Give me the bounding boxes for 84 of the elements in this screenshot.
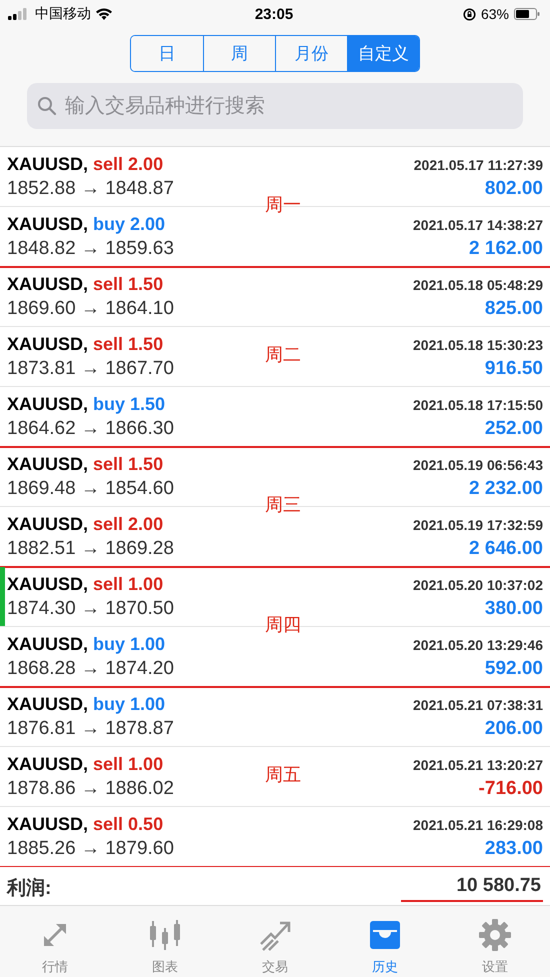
order-label: sell 0.50 <box>93 814 164 835</box>
symbol-label: XAUUSD, <box>7 574 88 595</box>
symbol-label: XAUUSD, <box>7 274 88 295</box>
tab-bar-item[interactable]: 历史 <box>330 906 440 977</box>
symbol-label: XAUUSD, <box>7 634 88 655</box>
trade-profit: 252.00 <box>484 418 543 440</box>
profit-total: 10 580.75 <box>401 874 543 902</box>
price-range: 1848.82 → 1859.63 <box>7 238 174 260</box>
week-annotation: 周一 <box>265 194 301 217</box>
trade-time: 2021.05.19 17:32:59 <box>413 516 543 533</box>
trade-profit: 380.00 <box>484 598 543 620</box>
inbox-icon <box>368 918 402 952</box>
profit-label: 利润: <box>7 876 52 902</box>
symbol-label: XAUUSD, <box>7 514 88 535</box>
battery-icon <box>514 8 540 20</box>
trade-time: 2021.05.17 11:27:39 <box>414 156 543 173</box>
tab-bar-item[interactable]: 行情 <box>0 906 110 977</box>
symbol-label: XAUUSD, <box>7 154 88 175</box>
order-label: buy 1.50 <box>93 394 166 415</box>
price-range: 1876.81 → 1878.87 <box>7 718 174 740</box>
trade-profit: 825.00 <box>484 298 543 320</box>
trade-time: 2021.05.18 05:48:29 <box>413 276 543 293</box>
clock-time: 23:05 <box>254 6 294 23</box>
candlestick-icon <box>148 918 182 952</box>
trade-profit: 916.50 <box>484 358 543 380</box>
battery-percent: 63% <box>480 6 509 22</box>
symbol-label: XAUUSD, <box>7 694 88 715</box>
trade-time: 2021.05.21 07:38:31 <box>413 696 543 713</box>
order-label: buy 1.00 <box>93 694 166 715</box>
price-range: 1882.51 → 1869.28 <box>7 538 174 560</box>
trade-time: 2021.05.18 17:15:50 <box>413 396 543 413</box>
trade-time: 2021.05.21 16:29:08 <box>413 816 543 833</box>
price-range: 1869.48 → 1854.60 <box>7 478 174 500</box>
tab-bar-item[interactable]: 设置 <box>440 906 550 977</box>
tab-bar-item[interactable]: 图表 <box>110 906 220 977</box>
wifi-icon <box>96 8 112 20</box>
trade-time: 2021.05.18 15:30:23 <box>413 336 543 353</box>
rotation-lock-icon <box>462 8 476 21</box>
symbol-label: XAUUSD, <box>7 334 88 355</box>
order-label: sell 1.00 <box>93 574 164 595</box>
order-label: sell 1.50 <box>93 454 164 475</box>
trade-profit: -716.00 <box>478 778 543 800</box>
order-label: buy 2.00 <box>93 214 166 235</box>
period-tab[interactable]: 自定义 <box>347 36 419 72</box>
trade-time: 2021.05.20 10:37:02 <box>413 576 543 593</box>
week-annotation: 周三 <box>265 494 301 517</box>
price-range: 1873.81 → 1867.70 <box>7 358 174 380</box>
trade-time: 2021.05.17 14:38:27 <box>413 216 543 233</box>
trade-time: 2021.05.20 13:29:46 <box>413 636 543 653</box>
trade-profit: 206.00 <box>484 718 543 740</box>
trade-time: 2021.05.19 06:56:43 <box>413 456 543 473</box>
order-label: sell 2.00 <box>93 514 164 535</box>
order-label: buy 1.00 <box>93 634 166 655</box>
price-range: 1869.60 → 1864.10 <box>7 298 174 320</box>
trade-profit: 802.00 <box>484 178 543 200</box>
symbol-label: XAUUSD, <box>7 454 88 475</box>
order-label: sell 1.00 <box>93 754 164 775</box>
trade-profit: 283.00 <box>484 838 543 860</box>
trade-time: 2021.05.21 13:20:27 <box>413 756 543 773</box>
symbol-label: XAUUSD, <box>7 754 88 775</box>
order-label: sell 2.00 <box>93 154 164 175</box>
tab-bar-item[interactable]: 交易 <box>220 906 330 977</box>
week-annotation: 周二 <box>265 344 301 367</box>
order-label: sell 1.50 <box>93 274 164 295</box>
symbol-label: XAUUSD, <box>7 394 88 415</box>
trade-profit: 2 162.00 <box>469 238 543 260</box>
price-range: 1864.62 → 1866.30 <box>7 418 174 440</box>
week-annotation: 周四 <box>265 614 301 637</box>
price-range: 1878.86 → 1886.02 <box>7 778 174 800</box>
price-range: 1874.30 → 1870.50 <box>7 598 174 620</box>
price-range: 1852.88 → 1848.87 <box>7 178 174 200</box>
trade-profit: 2 646.00 <box>469 538 543 560</box>
carrier-name: 中国移动 <box>35 5 91 24</box>
settings-icon <box>478 918 512 952</box>
week-annotation: 周五 <box>265 764 301 787</box>
price-range: 1885.26 → 1879.60 <box>7 838 174 860</box>
price-range: 1868.28 → 1874.20 <box>7 658 174 680</box>
symbol-label: XAUUSD, <box>7 214 88 235</box>
trade-profit: 592.00 <box>484 658 543 680</box>
search-icon <box>37 96 57 116</box>
symbol-label: XAUUSD, <box>7 814 88 835</box>
search-field[interactable]: 输入交易品种进行搜索 <box>27 83 523 130</box>
trade-profit: 2 232.00 <box>469 478 543 500</box>
order-label: sell 1.50 <box>93 334 164 355</box>
